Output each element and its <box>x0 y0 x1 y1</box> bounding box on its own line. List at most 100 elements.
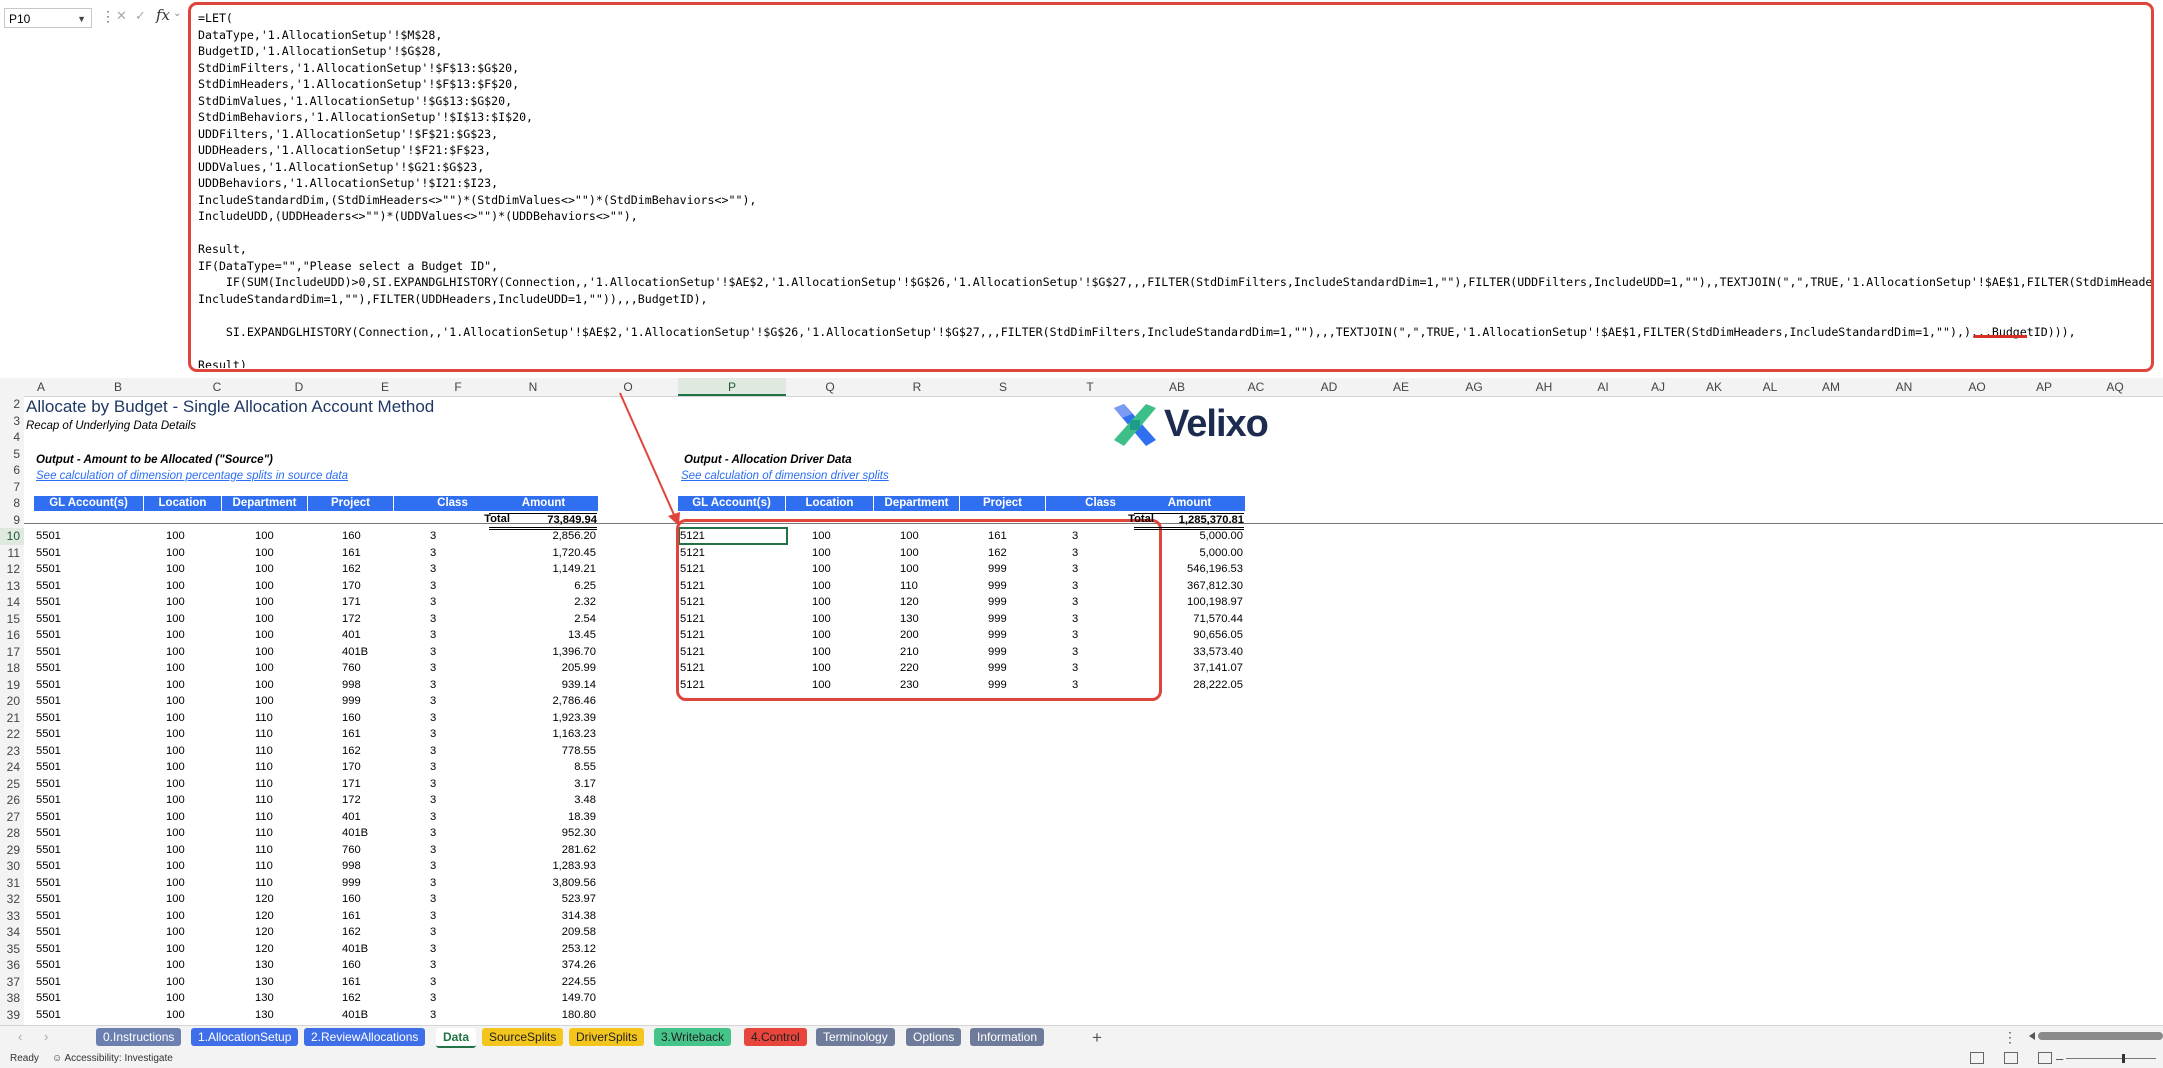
driver-splits-link[interactable]: See calculation of dimension driver spli… <box>681 470 889 482</box>
source-cell[interactable]: 1,149.21 <box>489 561 596 578</box>
sheet-tab-data[interactable]: Data <box>436 1028 477 1048</box>
driver-cell[interactable]: 230 <box>900 677 919 694</box>
source-cell[interactable]: 110 <box>255 825 273 842</box>
driver-cell[interactable]: 100 <box>812 627 831 644</box>
column-header-f[interactable]: F <box>428 378 488 396</box>
zoom-slider[interactable] <box>2066 1058 2156 1059</box>
column-header-aj[interactable]: AJ <box>1630 378 1686 396</box>
driver-cell[interactable]: 100 <box>812 677 831 694</box>
source-cell[interactable]: 5501 <box>36 809 61 826</box>
source-cell[interactable]: 3 <box>430 611 436 628</box>
source-cell[interactable]: 162 <box>342 924 361 941</box>
source-cell[interactable]: 3 <box>430 792 436 809</box>
source-cell[interactable]: 3 <box>430 710 436 727</box>
source-cell[interactable]: 120 <box>255 924 274 941</box>
source-cell[interactable]: 160 <box>342 710 361 727</box>
column-header-q[interactable]: Q <box>786 378 874 396</box>
sheet-tab-terminology[interactable]: Terminology <box>816 1028 895 1046</box>
driver-cell[interactable]: 100 <box>812 561 831 578</box>
source-splits-link[interactable]: See calculation of dimension percentage … <box>36 470 348 482</box>
source-cell[interactable]: 999 <box>342 693 361 710</box>
source-cell[interactable]: 5501 <box>36 776 61 793</box>
driver-cell[interactable]: 100 <box>900 561 919 578</box>
source-cell[interactable]: 100 <box>166 743 185 760</box>
source-cell[interactable]: 5501 <box>36 660 61 677</box>
source-cell[interactable]: 110 <box>255 743 273 760</box>
source-cell[interactable]: 120 <box>255 891 274 908</box>
driver-cell[interactable]: 37,141.07 <box>1134 660 1243 677</box>
driver-cell[interactable]: 3 <box>1072 545 1078 562</box>
sheet-tab-2-reviewallocations[interactable]: 2.ReviewAllocations <box>304 1028 426 1046</box>
row-header-22[interactable]: 22 <box>0 726 24 743</box>
driver-cell[interactable]: 33,573.40 <box>1134 644 1243 661</box>
row-header-30[interactable]: 30 <box>0 858 24 875</box>
source-cell[interactable]: 3 <box>430 1007 436 1024</box>
source-cell[interactable]: 161 <box>342 545 361 562</box>
driver-cell[interactable]: 999 <box>988 660 1007 677</box>
driver-cell[interactable]: 28,222.05 <box>1134 677 1243 694</box>
driver-cell[interactable]: 5121 <box>680 561 705 578</box>
source-cell[interactable]: 130 <box>255 990 274 1007</box>
source-cell[interactable]: 5501 <box>36 941 61 958</box>
driver-cell[interactable]: 3 <box>1072 561 1078 578</box>
driver-cell[interactable]: 5121 <box>680 644 705 661</box>
source-cell[interactable]: 100 <box>255 561 274 578</box>
source-cell[interactable]: 170 <box>342 759 361 776</box>
source-cell[interactable]: 2,786.46 <box>489 693 596 710</box>
column-header-an[interactable]: AN <box>1864 378 1944 396</box>
horizontal-scrollbar[interactable] <box>2028 1032 2163 1040</box>
source-cell[interactable]: 3 <box>430 660 436 677</box>
source-cell[interactable]: 3 <box>430 578 436 595</box>
driver-cell[interactable]: 3 <box>1072 644 1078 661</box>
driver-cell[interactable]: 100 <box>812 594 831 611</box>
expand-formula-icon[interactable]: ⌄ <box>173 8 181 19</box>
source-cell[interactable]: 314.38 <box>489 908 596 925</box>
driver-cell[interactable]: 5121 <box>680 677 705 694</box>
source-cell[interactable]: 161 <box>342 974 361 991</box>
source-cell[interactable]: 100 <box>166 528 185 545</box>
source-cell[interactable]: 110 <box>255 809 273 826</box>
source-cell[interactable]: 162 <box>342 561 361 578</box>
driver-cell[interactable]: 367,812.30 <box>1134 578 1243 595</box>
source-cell[interactable]: 100 <box>166 726 185 743</box>
row-header-10[interactable]: 10 <box>0 528 24 545</box>
source-cell[interactable]: 2.32 <box>489 594 596 611</box>
source-cell[interactable]: 939.14 <box>489 677 596 694</box>
source-cell[interactable]: 5501 <box>36 693 61 710</box>
add-sheet-icon[interactable]: + <box>1092 1028 1102 1048</box>
scrollbar-thumb[interactable] <box>2038 1032 2163 1040</box>
source-cell[interactable]: 5501 <box>36 924 61 941</box>
source-cell[interactable]: 3 <box>430 743 436 760</box>
source-cell[interactable]: 374.26 <box>489 957 596 974</box>
source-cell[interactable]: 100 <box>166 974 185 991</box>
source-cell[interactable]: 110 <box>255 842 273 859</box>
driver-cell[interactable]: 100,198.97 <box>1134 594 1243 611</box>
source-cell[interactable]: 3 <box>430 677 436 694</box>
column-header-ab[interactable]: AB <box>1134 378 1220 396</box>
source-cell[interactable]: 100 <box>166 891 185 908</box>
source-cell[interactable]: 100 <box>166 858 185 875</box>
source-cell[interactable]: 100 <box>255 693 274 710</box>
source-cell[interactable]: 3 <box>430 858 436 875</box>
source-cell[interactable]: 120 <box>255 908 274 925</box>
driver-cell[interactable]: 5121 <box>680 660 705 677</box>
source-cell[interactable]: 6.25 <box>489 578 596 595</box>
driver-cell[interactable]: 999 <box>988 644 1007 661</box>
driver-cell[interactable]: 5121 <box>680 627 705 644</box>
source-cell[interactable]: 18.39 <box>489 809 596 826</box>
name-box[interactable]: P10 ▼ <box>4 8 92 28</box>
row-header-15[interactable]: 15 <box>0 611 24 628</box>
source-cell[interactable]: 3 <box>430 875 436 892</box>
source-cell[interactable]: 100 <box>255 644 274 661</box>
source-cell[interactable]: 5501 <box>36 578 61 595</box>
column-header-e[interactable]: E <box>342 378 428 396</box>
row-header-19[interactable]: 19 <box>0 677 24 694</box>
row-header-9[interactable]: 9 <box>0 512 24 529</box>
source-cell[interactable]: 1,720.45 <box>489 545 596 562</box>
source-cell[interactable]: 5501 <box>36 528 61 545</box>
source-cell[interactable]: 3 <box>430 528 436 545</box>
driver-cell[interactable]: 999 <box>988 578 1007 595</box>
sheet-tab-0-instructions[interactable]: 0.Instructions <box>96 1028 182 1046</box>
source-cell[interactable]: 5501 <box>36 1007 61 1024</box>
source-cell[interactable]: 160 <box>342 891 361 908</box>
